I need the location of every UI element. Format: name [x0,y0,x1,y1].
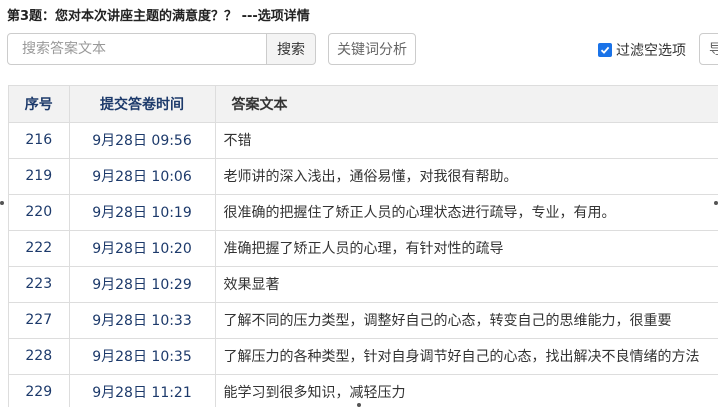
row-time: 9月28日 11:21 [69,374,216,407]
resize-handle-right-icon[interactable] [714,201,718,205]
row-answer-text: 了解压力的各种类型，针对自身调节好自己的心态，找出解决不良情绪的方法 [215,338,718,375]
row-id: 228 [9,338,70,375]
table-row: 223 9月28日 10:29 效果显著 [9,266,718,303]
row-answer-text: 效果显著 [215,266,718,303]
search-input[interactable] [7,33,267,65]
filter-checkbox[interactable] [598,43,612,57]
search-button[interactable]: 搜索 [266,33,316,65]
table-row: 222 9月28日 10:20 准确把握了矫正人员的心理，有针对性的疏导 [9,230,718,267]
table-row: 228 9月28日 10:35 了解压力的各种类型，针对自身调节好自己的心态，找… [9,338,718,375]
filter-label: 过滤空选项 [616,43,686,59]
table-row: 219 9月28日 10:06 老师讲的深入浅出，通俗易懂，对我很有帮助。 [9,158,718,195]
resize-handle-left-icon[interactable] [0,201,4,205]
row-answer-text: 老师讲的深入浅出，通俗易懂，对我很有帮助。 [215,158,718,195]
answers-table: 序号 提交答卷时间 答案文本 216 9月28日 09:56 不错 219 9月… [8,85,718,407]
page-title: 第3题：您对本次讲座主题的满意度？？ ---选项详情 [7,9,310,24]
keyword-analysis-button[interactable]: 关键词分析 [328,33,416,65]
table-row: 229 9月28日 11:21 能学习到很多知识，减轻压力 [9,374,718,407]
column-header-time[interactable]: 提交答卷时间 [69,86,216,123]
row-id: 223 [9,266,70,303]
filter-empty-option[interactable]: 过滤空选项 [598,40,686,60]
table-row: 216 9月28日 09:56 不错 [9,122,718,159]
check-icon [600,46,610,54]
resize-handle-bottom-icon[interactable] [357,403,361,407]
row-time: 9月28日 10:29 [69,266,216,303]
row-answer-text: 能学习到很多知识，减轻压力 [215,374,718,407]
row-answer-text: 不错 [215,122,718,159]
table-row: 227 9月28日 10:33 了解不同的压力类型，调整好自己的心态，转变自己的… [9,302,718,339]
column-header-id[interactable]: 序号 [9,86,70,123]
row-time: 9月28日 09:56 [69,122,216,159]
row-time: 9月28日 10:06 [69,158,216,195]
export-button[interactable]: 导出 [699,33,718,65]
row-answer-text: 很准确的把握住了矫正人员的心理状态进行疏导，专业，有用。 [215,194,718,231]
row-time: 9月28日 10:33 [69,302,216,339]
row-id: 227 [9,302,70,339]
column-header-text[interactable]: 答案文本 [215,86,718,123]
row-answer-text: 准确把握了矫正人员的心理，有针对性的疏导 [215,230,718,267]
row-id: 216 [9,122,70,159]
row-answer-text: 了解不同的压力类型，调整好自己的心态，转变自己的思维能力，很重要 [215,302,718,339]
row-id: 219 [9,158,70,195]
row-id: 229 [9,374,70,407]
row-time: 9月28日 10:20 [69,230,216,267]
row-id: 220 [9,194,70,231]
row-time: 9月28日 10:35 [69,338,216,375]
row-id: 222 [9,230,70,267]
row-time: 9月28日 10:19 [69,194,216,231]
table-header-row: 序号 提交答卷时间 答案文本 [9,86,718,123]
table-row: 220 9月28日 10:19 很准确的把握住了矫正人员的心理状态进行疏导，专业… [9,194,718,231]
